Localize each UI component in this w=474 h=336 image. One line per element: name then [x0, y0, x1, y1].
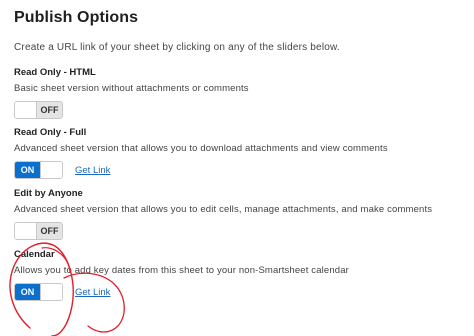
toggle-knob	[40, 162, 62, 178]
read-only-full-get-link[interactable]: Get Link	[75, 165, 110, 176]
section-read-only-full: Read Only - Full Advanced sheet version …	[14, 127, 464, 180]
toggle-knob	[15, 102, 37, 118]
section-read-only-html: Read Only - HTML Basic sheet version wit…	[14, 67, 464, 120]
toggle-knob	[40, 284, 62, 300]
section-description: Advanced sheet version that allows you t…	[14, 143, 388, 154]
section-label: Calendar	[14, 249, 55, 260]
section-calendar: Calendar Allows you to add key dates fro…	[14, 249, 464, 302]
section-label: Read Only - HTML	[14, 67, 96, 78]
toggle-state-label: ON	[15, 284, 40, 300]
intro-text: Create a URL link of your sheet by click…	[14, 42, 340, 53]
section-label: Read Only - Full	[14, 127, 87, 138]
toggle-knob	[15, 223, 37, 239]
page-title: Publish Options	[14, 9, 139, 26]
read-only-full-toggle[interactable]: ON	[14, 161, 63, 179]
edit-by-anyone-toggle[interactable]: OFF	[14, 222, 63, 240]
section-label: Edit by Anyone	[14, 188, 83, 199]
calendar-get-link[interactable]: Get Link	[75, 287, 110, 298]
section-description: Allows you to add key dates from this sh…	[14, 265, 349, 276]
section-description: Advanced sheet version that allows you t…	[14, 204, 433, 215]
section-description: Basic sheet version without attachments …	[14, 83, 249, 94]
read-only-html-toggle[interactable]: OFF	[14, 101, 63, 119]
calendar-toggle[interactable]: ON	[14, 283, 63, 301]
toggle-state-label: OFF	[37, 223, 62, 239]
toggle-state-label: OFF	[37, 102, 62, 118]
section-edit-by-anyone: Edit by Anyone Advanced sheet version th…	[14, 188, 464, 241]
toggle-state-label: ON	[15, 162, 40, 178]
